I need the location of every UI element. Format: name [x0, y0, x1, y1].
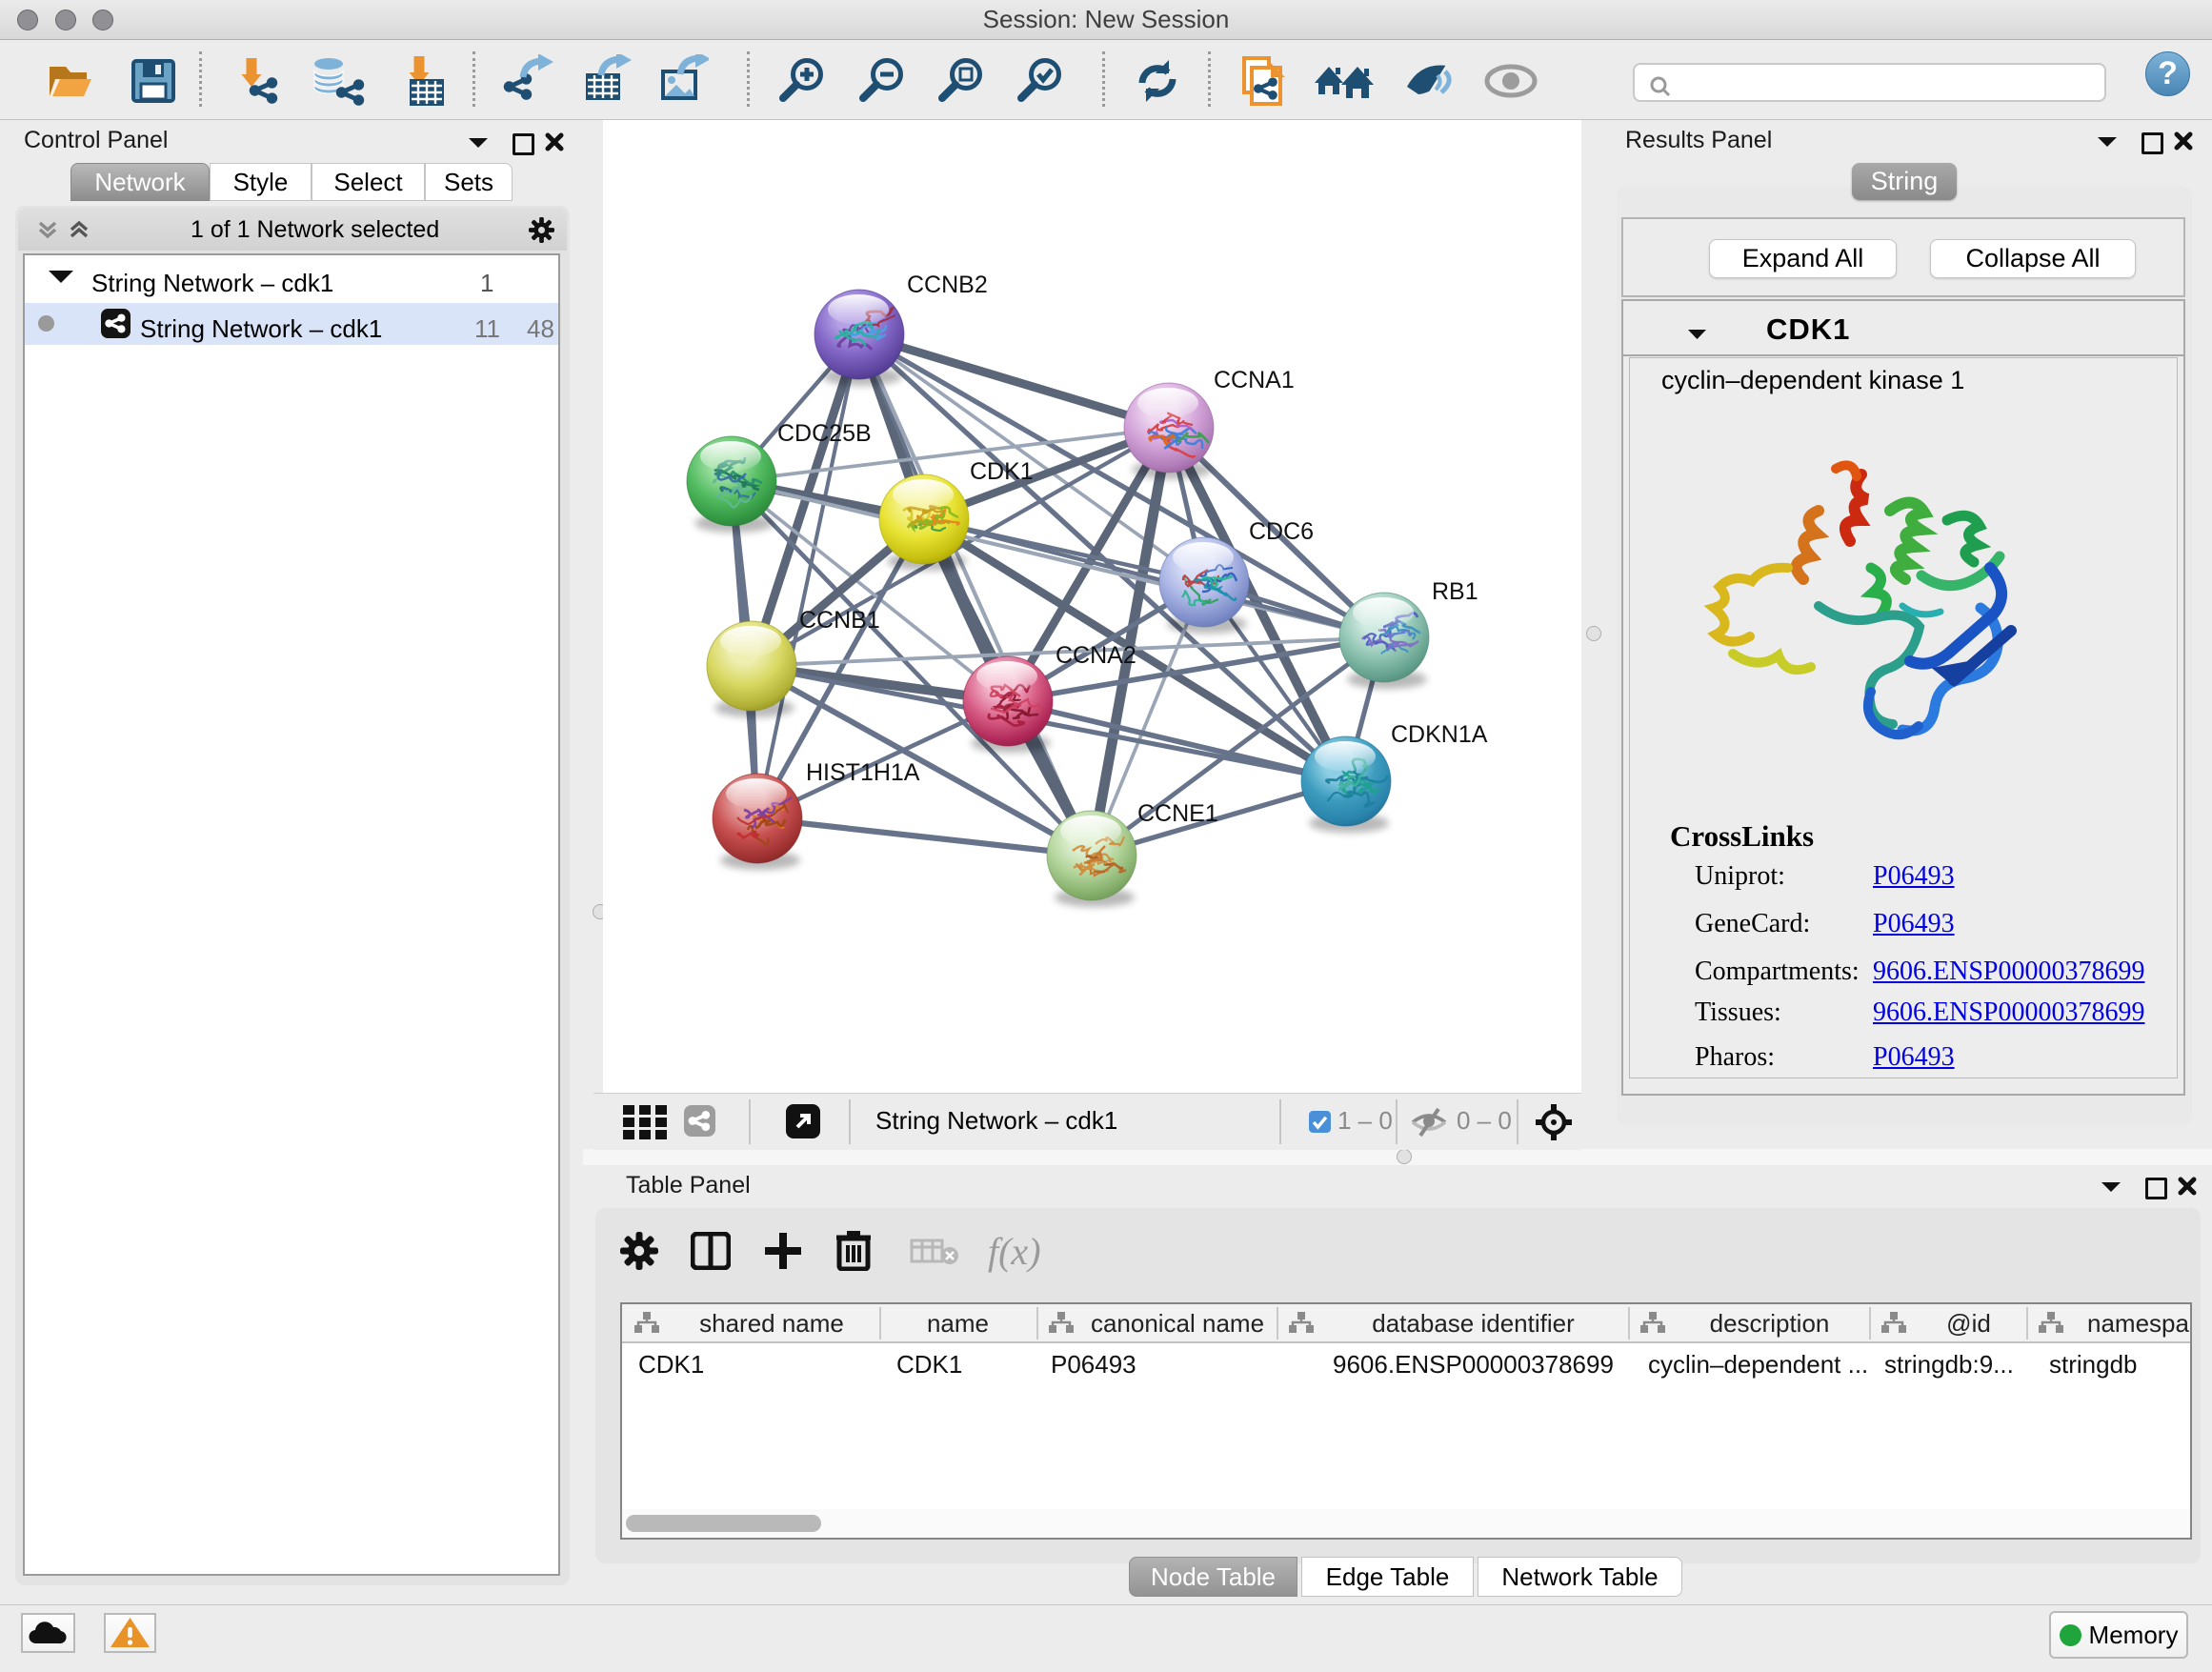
- svg-text:CCNA1: CCNA1: [1214, 367, 1295, 393]
- svg-text:CCNE1: CCNE1: [1137, 800, 1218, 827]
- svg-text:CDC6: CDC6: [1249, 518, 1314, 545]
- svg-text:CDC25B: CDC25B: [777, 420, 872, 447]
- svg-text:RB1: RB1: [1432, 578, 1478, 605]
- svg-text:CCNA2: CCNA2: [1056, 642, 1136, 669]
- svg-text:CDK1: CDK1: [970, 458, 1034, 485]
- svg-text:HIST1H1A: HIST1H1A: [806, 759, 920, 786]
- svg-text:CDKN1A: CDKN1A: [1391, 721, 1488, 748]
- svg-text:CCNB1: CCNB1: [799, 607, 880, 634]
- svg-text:CCNB2: CCNB2: [907, 272, 988, 298]
